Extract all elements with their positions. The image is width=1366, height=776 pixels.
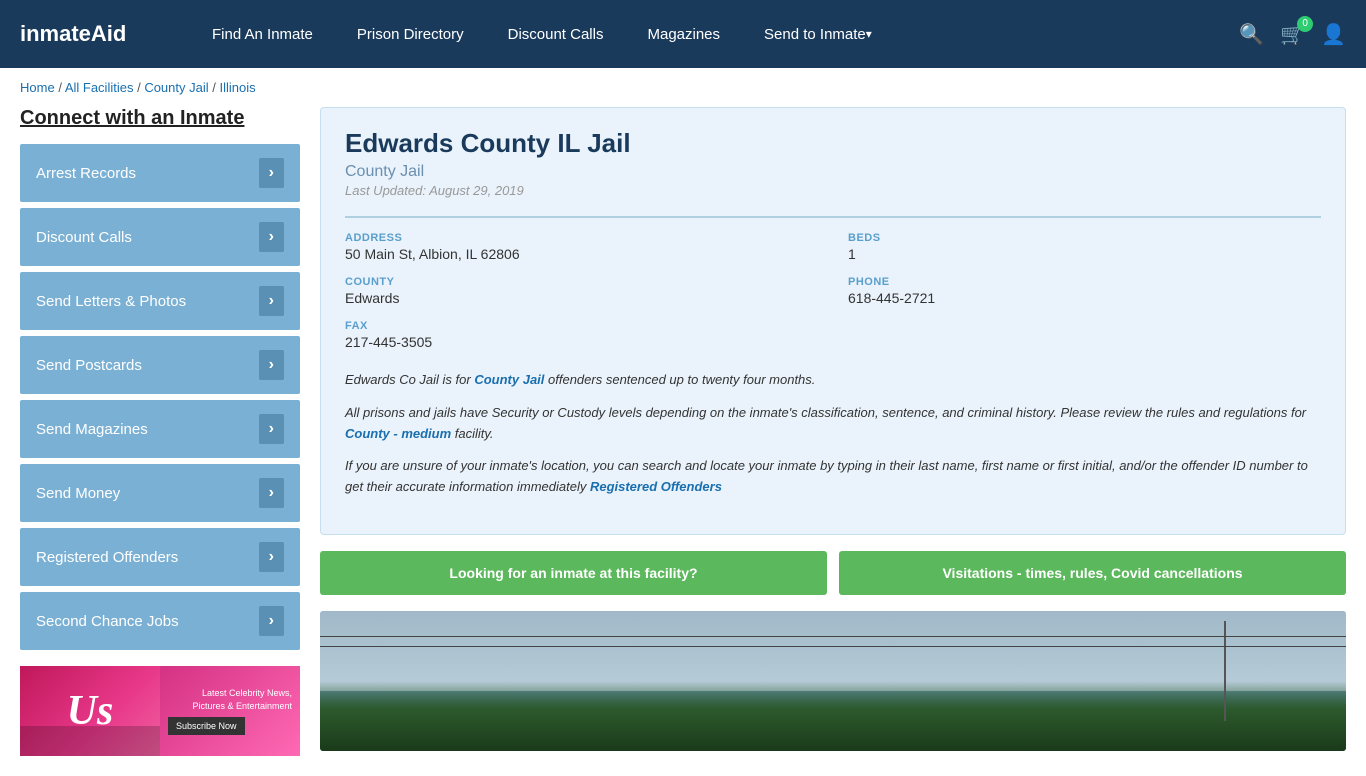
user-icon[interactable]: 👤 (1321, 22, 1346, 47)
county-block: COUNTY Edwards (345, 276, 818, 306)
photo-wire (320, 636, 1346, 637)
chevron-right-icon: › (259, 414, 284, 444)
search-icon[interactable]: 🔍 (1239, 22, 1264, 47)
sidebar-item-send-letters[interactable]: Send Letters & Photos › (20, 272, 300, 330)
county-value: Edwards (345, 290, 818, 306)
chevron-right-icon: › (259, 222, 284, 252)
sidebar-item-label: Registered Offenders (36, 549, 178, 566)
description-para1: Edwards Co Jail is for County Jail offen… (345, 370, 1321, 391)
logo-text: inmateAid (20, 21, 126, 47)
sidebar-item-label: Discount Calls (36, 229, 132, 246)
sidebar-title: Connect with an Inmate (20, 107, 300, 130)
facility-description: Edwards Co Jail is for County Jail offen… (345, 370, 1321, 498)
nav-prison-directory[interactable]: Prison Directory (335, 0, 486, 68)
nav-find-inmate[interactable]: Find An Inmate (190, 0, 335, 68)
sidebar-item-registered-offenders[interactable]: Registered Offenders › (20, 528, 300, 586)
site-logo[interactable]: inmateAid (20, 21, 160, 47)
nav-discount-calls[interactable]: Discount Calls (486, 0, 626, 68)
county-label: COUNTY (345, 276, 818, 288)
facility-photo (320, 611, 1346, 751)
phone-value: 618-445-2721 (848, 290, 1321, 306)
chevron-right-icon: › (259, 286, 284, 316)
county-jail-link[interactable]: County Jail (474, 372, 544, 387)
ad-content: Latest Celebrity News, Pictures & Entert… (160, 679, 300, 742)
county-medium-link[interactable]: County - medium (345, 426, 451, 441)
chevron-right-icon: › (259, 606, 284, 636)
chevron-right-icon: › (259, 478, 284, 508)
photo-sky (320, 611, 1346, 691)
main-nav: Find An Inmate Prison Directory Discount… (190, 0, 1209, 68)
sidebar-item-label: Send Letters & Photos (36, 293, 186, 310)
cart-badge: 0 (1297, 16, 1313, 32)
sidebar-item-label: Send Postcards (36, 357, 142, 374)
address-label: ADDRESS (345, 232, 818, 244)
registered-offenders-link[interactable]: Registered Offenders (590, 479, 722, 494)
find-inmate-button[interactable]: Looking for an inmate at this facility? (320, 551, 827, 595)
sidebar-item-label: Send Magazines (36, 421, 148, 438)
fax-block: FAX 217-445-3505 (345, 320, 818, 350)
sidebar-item-label: Send Money (36, 485, 120, 502)
cart-icon[interactable]: 🛒 0 (1280, 22, 1305, 47)
sidebar-item-send-magazines[interactable]: Send Magazines › (20, 400, 300, 458)
beds-block: BEDS 1 (848, 232, 1321, 262)
breadcrumb-home[interactable]: Home (20, 80, 55, 95)
breadcrumb-county-jail[interactable]: County Jail (144, 80, 208, 95)
sidebar-item-arrest-records[interactable]: Arrest Records › (20, 144, 300, 202)
fax-value: 217-445-3505 (345, 334, 818, 350)
beds-value: 1 (848, 246, 1321, 262)
phone-block: PHONE 618-445-2721 (848, 276, 1321, 306)
main-layout: Connect with an Inmate Arrest Records › … (0, 107, 1366, 776)
description-para2: All prisons and jails have Security or C… (345, 403, 1321, 445)
ad-text: Latest Celebrity News, Pictures & Entert… (168, 687, 292, 712)
sidebar-item-send-postcards[interactable]: Send Postcards › (20, 336, 300, 394)
chevron-right-icon: › (259, 350, 284, 380)
photo-wire2 (320, 646, 1346, 647)
sidebar: Connect with an Inmate Arrest Records › … (20, 107, 300, 756)
sidebar-item-second-chance-jobs[interactable]: Second Chance Jobs › (20, 592, 300, 650)
nav-magazines[interactable]: Magazines (625, 0, 742, 68)
facility-name: Edwards County IL Jail (345, 128, 1321, 159)
chevron-right-icon: › (259, 542, 284, 572)
description-para3: If you are unsure of your inmate's locat… (345, 456, 1321, 498)
sidebar-item-label: Second Chance Jobs (36, 613, 179, 630)
fax-label: FAX (345, 320, 818, 332)
photo-trees (320, 681, 1346, 751)
sidebar-item-discount-calls[interactable]: Discount Calls › (20, 208, 300, 266)
visitations-button[interactable]: Visitations - times, rules, Covid cancel… (839, 551, 1346, 595)
address-block: ADDRESS 50 Main St, Albion, IL 62806 (345, 232, 818, 262)
facility-type: County Jail (345, 163, 1321, 181)
sidebar-item-label: Arrest Records (36, 165, 136, 182)
facility-last-updated: Last Updated: August 29, 2019 (345, 183, 1321, 198)
phone-label: PHONE (848, 276, 1321, 288)
ad-subscribe-button[interactable]: Subscribe Now (168, 717, 245, 735)
breadcrumb: Home / All Facilities / County Jail / Il… (0, 68, 1366, 107)
site-header: inmateAid Find An Inmate Prison Director… (0, 0, 1366, 68)
facility-card: Edwards County IL Jail County Jail Last … (320, 107, 1346, 535)
breadcrumb-all-facilities[interactable]: All Facilities (65, 80, 134, 95)
main-content: Edwards County IL Jail County Jail Last … (320, 107, 1346, 756)
beds-label: BEDS (848, 232, 1321, 244)
sidebar-advertisement: Us Latest Celebrity News, Pictures & Ent… (20, 666, 300, 756)
nav-send-to-inmate[interactable]: Send to Inmate (742, 0, 894, 68)
breadcrumb-illinois[interactable]: Illinois (219, 80, 255, 95)
chevron-right-icon: › (259, 158, 284, 188)
sidebar-item-send-money[interactable]: Send Money › (20, 464, 300, 522)
header-icons: 🔍 🛒 0 👤 (1239, 22, 1346, 47)
address-value: 50 Main St, Albion, IL 62806 (345, 246, 818, 262)
action-buttons: Looking for an inmate at this facility? … (320, 551, 1346, 595)
facility-info-grid: ADDRESS 50 Main St, Albion, IL 62806 BED… (345, 216, 1321, 350)
